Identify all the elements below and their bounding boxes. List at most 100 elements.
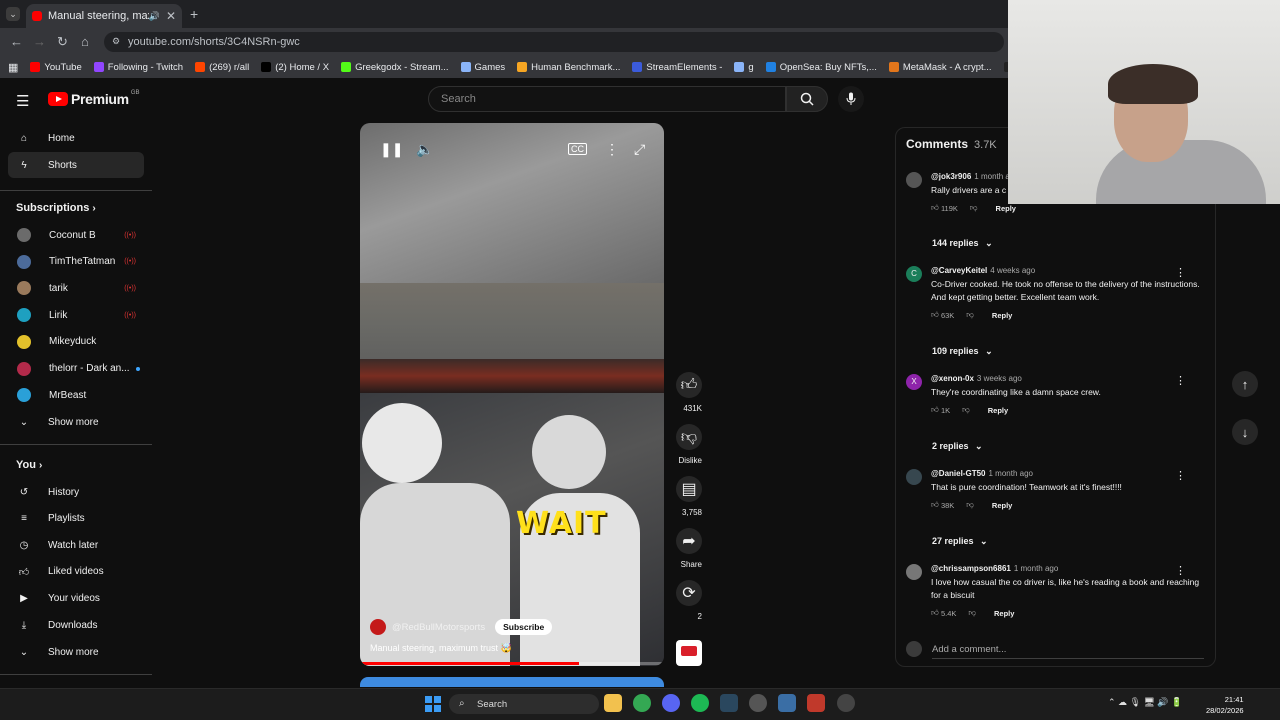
game-icon[interactable] [807, 694, 825, 712]
reply-button[interactable]: Reply [988, 406, 1008, 415]
bookmark-item[interactable]: Greekgodx - Stream... [341, 62, 449, 73]
dislike-icon[interactable]: 👎︎ [676, 424, 702, 450]
chrome-icon[interactable] [633, 694, 651, 712]
comment-like-icon[interactable]: 👍︎ [931, 608, 939, 618]
subscriptions-heading[interactable]: Subscriptions › [16, 202, 96, 214]
sidebar-item[interactable]: 👍︎ Liked videos [8, 559, 144, 585]
comment-author[interactable]: @jok3r906 [931, 172, 971, 181]
comment-avatar[interactable] [906, 469, 922, 485]
bookmark-item[interactable]: Human Benchmark... [517, 62, 620, 73]
comment-dislike-icon[interactable]: 👎︎ [970, 203, 978, 213]
search-button[interactable] [786, 86, 828, 112]
view-replies-button[interactable]: 27 replies ⌄ [932, 536, 988, 547]
sidebar-item[interactable]: ⤓ Downloads [8, 612, 144, 638]
sidebar-item[interactable]: ϟ Shorts [8, 152, 144, 178]
add-comment-row[interactable]: Add a comment... [906, 641, 1206, 659]
reload-icon[interactable]: ↻ [57, 34, 68, 50]
home-browser-icon[interactable]: ⌂ [81, 34, 89, 49]
reply-button[interactable]: Reply [996, 204, 1016, 213]
comment-dislike-icon[interactable]: 👎︎ [966, 310, 974, 320]
show-more-you[interactable]: ⌄ Show more [8, 639, 144, 665]
sidebar-item[interactable]: ↺ History [8, 479, 144, 505]
bookmark-item[interactable]: g [734, 62, 754, 73]
bookmark-item[interactable]: OpenSea: Buy NFTs,... [765, 62, 877, 73]
sidebar-item[interactable]: ≡ Playlists [8, 506, 144, 532]
comment-avatar[interactable]: X [906, 374, 922, 390]
share-icon[interactable]: ➦ [676, 528, 702, 554]
sidebar-item[interactable]: ▶ Your videos [8, 585, 144, 611]
obs-icon[interactable] [749, 694, 767, 712]
taskbar-search[interactable]: ⌕ Search [449, 694, 599, 714]
previous-short-button[interactable]: ↑ [1232, 371, 1258, 397]
file-explorer-icon[interactable] [604, 694, 622, 712]
remix-action[interactable]: ⟳ 2 [676, 580, 702, 624]
video-caption[interactable]: Manual steering, maximum trust 🤯 [370, 643, 512, 654]
subscription-item[interactable]: Mikeyduck [8, 329, 144, 355]
bookmark-item[interactable]: MetaMask - A crypt... [888, 62, 992, 73]
dislike-action[interactable]: 👎︎ Dislike [676, 424, 702, 468]
comment-avatar[interactable]: C [906, 266, 922, 282]
site-info-icon[interactable]: ⚙ [112, 36, 120, 47]
comment-like-icon[interactable]: 👍︎ [931, 500, 939, 510]
like-action[interactable]: 👍︎ 431K [676, 372, 702, 416]
search-input[interactable]: Search [428, 86, 786, 112]
voice-search-button[interactable] [838, 86, 864, 112]
channel-avatar[interactable] [370, 619, 386, 635]
pause-icon[interactable]: ❚❚ [380, 141, 403, 158]
spotify-icon[interactable] [691, 694, 709, 712]
view-replies-button[interactable]: 109 replies ⌄ [932, 346, 993, 357]
comment-more-icon[interactable]: ⋮ [1175, 469, 1186, 482]
app-icon[interactable] [778, 694, 796, 712]
settings-app-icon[interactable] [837, 694, 855, 712]
fullscreen-icon[interactable]: ⤢ [634, 141, 645, 158]
reply-button[interactable]: Reply [992, 311, 1012, 320]
windows-start-icon[interactable] [425, 696, 441, 712]
sound-thumbnail[interactable] [676, 640, 702, 666]
remix-icon[interactable]: ⟳ [676, 580, 702, 606]
reply-button[interactable]: Reply [994, 609, 1014, 618]
comments-action[interactable]: ▤ 3,758 [676, 476, 702, 520]
comment-like-icon[interactable]: 👍︎ [931, 310, 939, 320]
show-more-subscriptions[interactable]: ⌄ Show more [8, 409, 144, 435]
subscription-item[interactable]: tarik ((•)) [8, 275, 144, 301]
speaker-icon[interactable]: 🔊 [149, 11, 160, 22]
browser-tab-active[interactable]: Manual steering, maximum 🔊 ✕ [26, 4, 182, 28]
bookmark-item[interactable]: StreamElements - [632, 62, 722, 73]
sidebar-item[interactable]: ◷ Watch later [8, 532, 144, 558]
taskbar-clock[interactable]: 21:41 28/02/2026 [1206, 694, 1244, 716]
volume-icon[interactable]: 🔈 [416, 141, 433, 158]
discord-icon[interactable] [662, 694, 680, 712]
url-field[interactable]: ⚙ youtube.com/shorts/3C4NSRn-gwc [104, 32, 1004, 52]
subscription-item[interactable]: Coconut B ((•)) [8, 222, 144, 248]
subscription-item[interactable]: MrBeast [8, 382, 144, 408]
comment-more-icon[interactable]: ⋮ [1175, 374, 1186, 387]
youtube-premium-logo[interactable]: Premium GB [48, 90, 139, 107]
tab-list-icon[interactable]: ⌄ [6, 7, 20, 21]
comment-more-icon[interactable]: ⋮ [1175, 266, 1186, 279]
menu-icon[interactable]: ☰ [16, 92, 29, 110]
like-icon[interactable]: 👍︎ [676, 372, 702, 398]
channel-name[interactable]: @RedBullMotorsports [392, 622, 485, 633]
view-replies-button[interactable]: 144 replies ⌄ [932, 238, 993, 249]
you-heading[interactable]: You › [16, 459, 42, 471]
bookmark-item[interactable]: Following - Twitch [93, 62, 183, 73]
subscription-item[interactable]: TimTheTatman ((•)) [8, 249, 144, 275]
apps-icon[interactable]: ▦ [8, 61, 18, 74]
forward-icon[interactable]: → [33, 34, 46, 49]
sidebar-item[interactable]: ⌂ Home [8, 125, 144, 151]
bookmark-item[interactable]: (2) Home / X [261, 62, 329, 73]
next-short-button[interactable]: ↓ [1232, 419, 1258, 445]
more-options-icon[interactable]: ⋮ [605, 141, 619, 158]
comment-avatar[interactable] [906, 172, 922, 188]
comment-icon[interactable]: ▤ [676, 476, 702, 502]
subscription-item[interactable]: Lirik ((•)) [8, 302, 144, 328]
comment-dislike-icon[interactable]: 👎︎ [962, 405, 970, 415]
bookmark-item[interactable]: Games [460, 62, 505, 73]
share-action[interactable]: ➦ Share [676, 528, 702, 572]
subscribe-button[interactable]: Subscribe [495, 619, 553, 635]
steam-icon[interactable] [720, 694, 738, 712]
comment-author[interactable]: @chrissampson6861 [931, 564, 1011, 573]
reply-button[interactable]: Reply [992, 501, 1012, 510]
system-tray-icon[interactable]: ⌃ ☁ 🎙 🖥 🔊 🔋 [1108, 697, 1182, 708]
comment-like-icon[interactable]: 👍︎ [931, 405, 939, 415]
